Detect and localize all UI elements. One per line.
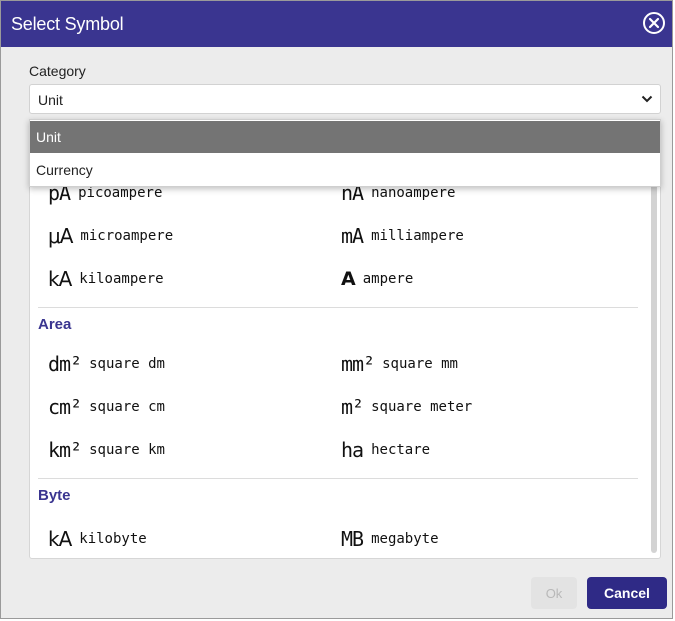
symbol-name: microampere: [80, 228, 174, 244]
chevron-down-icon: [641, 95, 653, 103]
symbol-glyph: MB: [341, 527, 364, 551]
symbol-item-square-cm[interactable]: cm² square cm: [48, 392, 165, 422]
symbol-glyph: mA: [341, 224, 364, 248]
ok-button[interactable]: Ok: [531, 577, 577, 609]
category-selected-value: Unit: [38, 92, 63, 108]
symbol-row: kA kilobyte MB megabyte: [48, 524, 648, 554]
symbol-item-ampere[interactable]: A ampere: [341, 264, 413, 294]
section-divider: [38, 307, 638, 308]
symbol-name: megabyte: [371, 531, 439, 547]
symbol-name: hectare: [371, 442, 431, 458]
dropdown-option-currency[interactable]: Currency: [30, 154, 660, 186]
symbol-glyph: dm²: [48, 352, 82, 376]
symbol-name: square dm: [89, 356, 165, 372]
symbol-item-megabyte[interactable]: MB megabyte: [341, 524, 439, 554]
symbol-glyph: cm²: [48, 395, 82, 419]
section-heading-area: Area: [38, 316, 72, 333]
symbol-glyph: ha: [341, 438, 364, 462]
symbol-name: square mm: [382, 356, 458, 372]
symbol-item-kiloampere[interactable]: kA kiloampere: [48, 264, 164, 294]
symbol-glyph: kA: [48, 527, 72, 551]
select-symbol-dialog: Select Symbol Category Unit pA picoamper…: [0, 0, 673, 619]
symbol-name: square cm: [89, 399, 165, 415]
symbol-glyph: A: [341, 268, 356, 290]
symbol-item-hectare[interactable]: ha hectare: [341, 435, 430, 465]
symbol-item-square-km[interactable]: km² square km: [48, 435, 165, 465]
symbol-name: ampere: [362, 271, 414, 287]
category-label: Category: [29, 63, 86, 79]
symbol-name: nanoampere: [371, 185, 456, 201]
symbol-name: square meter: [371, 399, 473, 415]
symbol-item-square-mm[interactable]: mm² square mm: [341, 349, 458, 379]
close-icon: [648, 17, 660, 29]
scrollbar[interactable]: [651, 168, 657, 553]
category-dropdown-menu: Unit Currency: [29, 119, 661, 187]
symbol-glyph: km²: [48, 438, 82, 462]
symbol-item-square-meter[interactable]: m² square meter: [341, 392, 472, 422]
close-button[interactable]: [643, 12, 665, 34]
category-select[interactable]: Unit: [29, 84, 661, 114]
symbol-name: square km: [89, 442, 165, 458]
symbol-row: cm² square cm m² square meter: [48, 392, 648, 422]
symbol-item-square-dm[interactable]: dm² square dm: [48, 349, 165, 379]
symbol-glyph: kA: [48, 267, 72, 291]
dialog-titlebar: Select Symbol: [1, 1, 672, 47]
symbol-glyph: mm²: [341, 352, 375, 376]
symbol-glyph: μA: [48, 224, 73, 248]
symbol-row: dm² square dm mm² square mm: [48, 349, 648, 379]
symbol-item-kilobyte[interactable]: kA kilobyte: [48, 524, 147, 554]
section-heading-byte: Byte: [38, 487, 71, 504]
dropdown-option-unit[interactable]: Unit: [30, 121, 660, 153]
symbol-row: km² square km ha hectare: [48, 435, 648, 465]
symbol-item-microampere[interactable]: μA microampere: [48, 221, 173, 251]
dialog-title: Select Symbol: [11, 14, 124, 34]
cancel-button[interactable]: Cancel: [587, 577, 667, 609]
symbol-item-milliampere[interactable]: mA milliampere: [341, 221, 464, 251]
symbol-row: kA kiloampere A ampere: [48, 264, 648, 294]
symbol-name: milliampere: [371, 228, 464, 244]
symbol-name: kiloampere: [79, 271, 164, 287]
symbol-name: picoampere: [78, 185, 163, 201]
symbol-glyph: m²: [341, 395, 364, 419]
symbol-name: kilobyte: [79, 531, 147, 547]
section-divider: [38, 478, 638, 479]
symbol-row: μA microampere mA milliampere: [48, 221, 648, 251]
